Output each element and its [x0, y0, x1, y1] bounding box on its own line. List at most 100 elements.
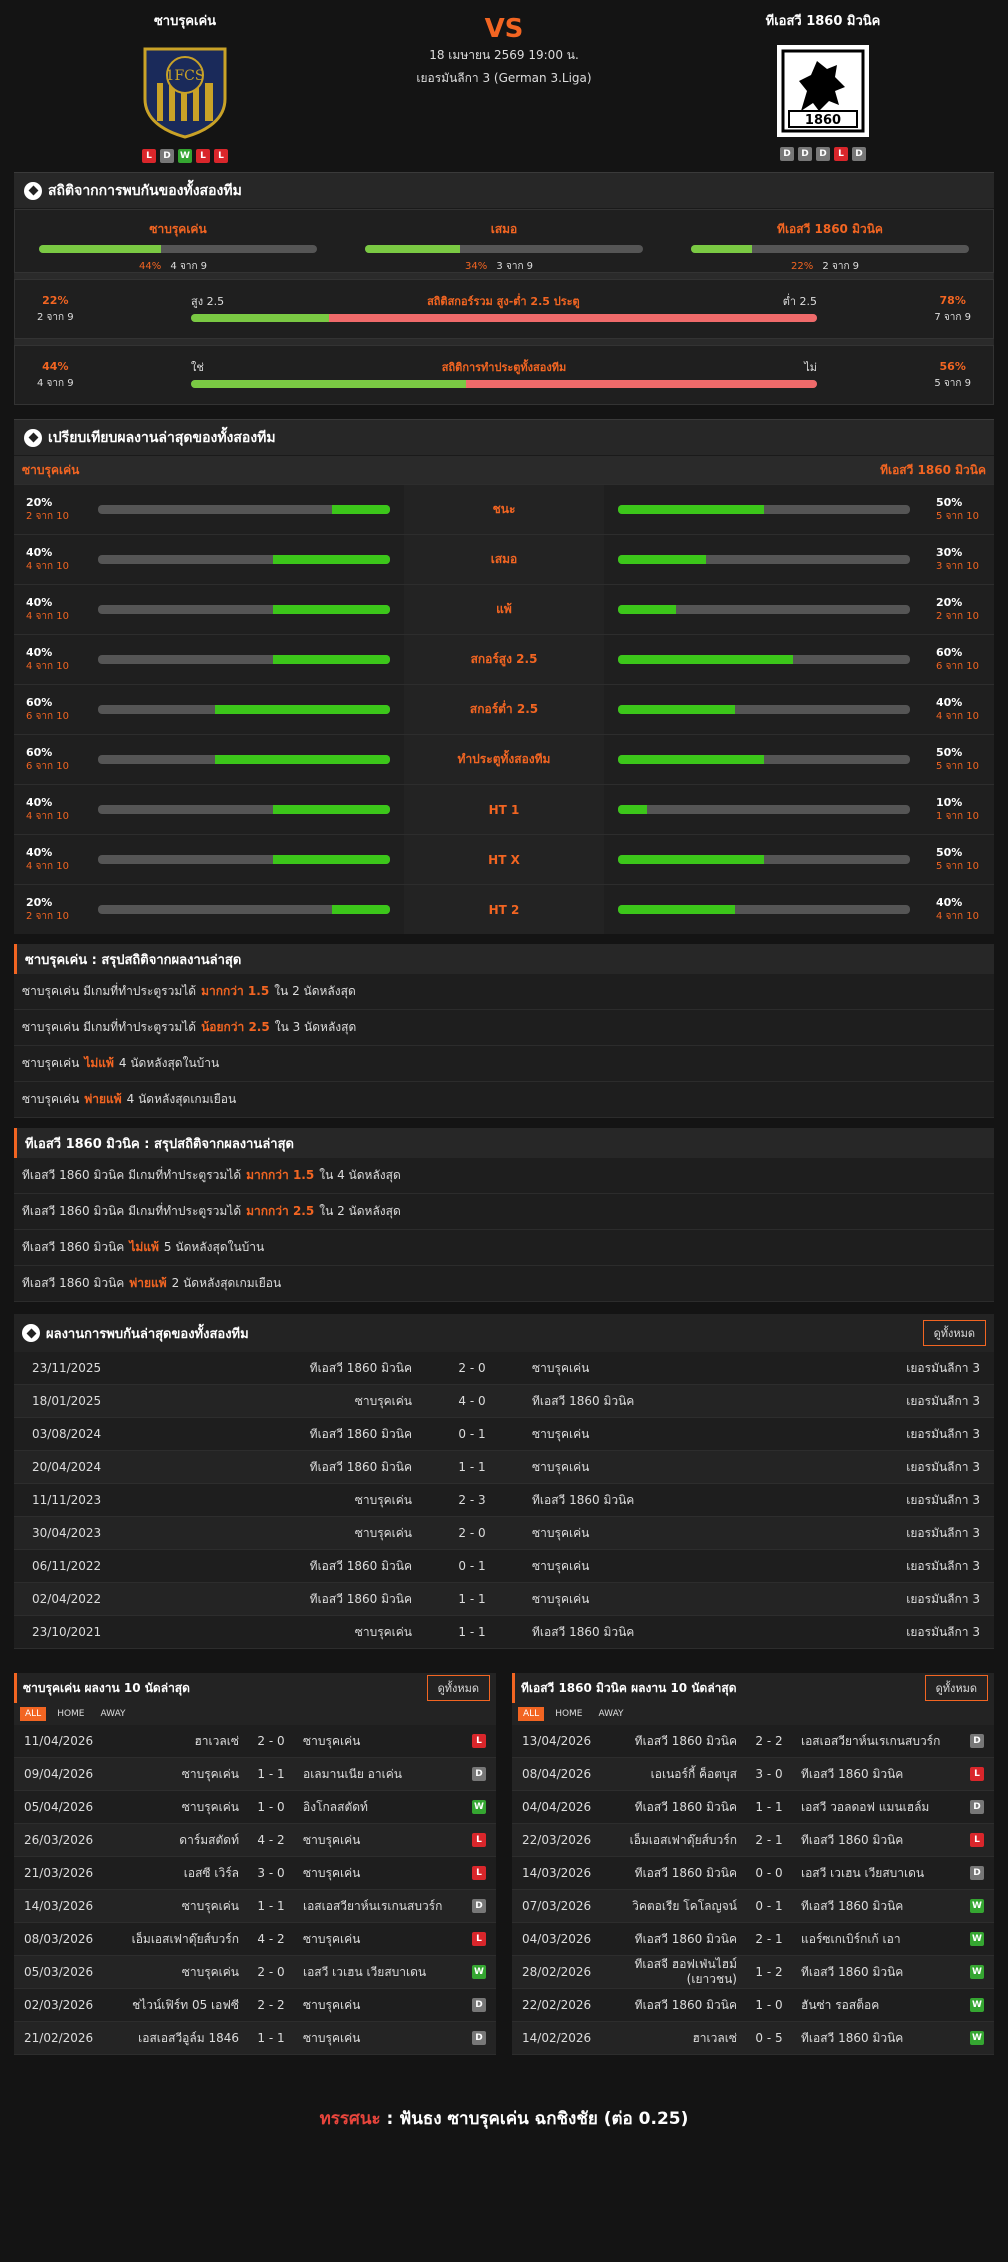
summary-highlight: ไม่แพ้: [84, 1056, 114, 1070]
h2h-match-row[interactable]: 20/04/2024 ทีเอสวี 1860 มิวนิค 1 - 1 ซาบรุค…: [14, 1451, 994, 1484]
away-bar: [618, 905, 910, 914]
score: 1 - 1: [458, 1625, 486, 1639]
home-bar: [98, 705, 390, 714]
recent-match-row[interactable]: 14/03/2026 ซาบรุคเค่น 1 - 1 เอสเอสวียาห์นเร…: [14, 1890, 496, 1923]
summary-tail: ใน 4 นัดหลังสุด: [319, 1168, 401, 1182]
score: 0 - 5: [755, 2031, 783, 2045]
match-info: VS 18 เมษายน 2569 19:00 น. เยอรมันลีกา 3…: [354, 14, 654, 88]
tab-away[interactable]: AWAY: [594, 1707, 629, 1721]
summary-highlight: ไม่แพ้: [129, 1240, 159, 1254]
h2h-match-row[interactable]: 06/11/2022 ทีเอสวี 1860 มิวนิค 0 - 1 ซาบรุค…: [14, 1550, 994, 1583]
score: 2 - 0: [257, 1734, 285, 1748]
form-badge: D: [798, 147, 812, 161]
recent-match-row[interactable]: 14/02/2026 ฮาเวลเซ่ 0 - 5 ทีเอสวี 1860 มิวน…: [512, 2022, 994, 2055]
compare-row: 60% 6 จาก 10 ทำประตูทั้งสองทีม 50% 5 จาก 10: [14, 734, 994, 784]
compare-label: HT 1: [404, 785, 604, 834]
h2h-match-row[interactable]: 11/11/2023 ซาบรุคเค่น 2 - 3 ทีเอสวี 1860 มิ…: [14, 1484, 994, 1517]
summary-row: ซาบรุคเค่น ไม่แพ้ 4 นัดหลังสุดในบ้าน: [14, 1046, 994, 1082]
tab-away[interactable]: AWAY: [96, 1707, 131, 1721]
league: เยอรมันลีกา 3: [906, 1624, 980, 1639]
form-badge: L: [214, 149, 228, 163]
summary-row: ทีเอสวี 1860 มิวนิค มีเกมที่ทำประตูรวมได…: [14, 1194, 994, 1230]
summary-tail: 4 นัดหลังสุดเกมเยือน: [126, 1092, 237, 1106]
score: 1 - 1: [755, 1800, 783, 1814]
match-date: 22/03/2026: [522, 1833, 592, 1847]
match-date: 30/04/2023: [32, 1526, 102, 1540]
result-badge: W: [970, 2031, 984, 2045]
home-last10-view-all-button[interactable]: ดูทั้งหมด: [426, 1675, 490, 1701]
recent-match-row[interactable]: 21/02/2026 เอสเอสวีอูล์ม 1846 1 - 1 ซาบรุคเ…: [14, 2022, 496, 2055]
result-badge: D: [970, 1866, 984, 1880]
tab-home[interactable]: HOME: [550, 1707, 587, 1721]
result-badge: W: [970, 1965, 984, 1979]
away-bar: [618, 605, 910, 614]
h2h-list-title: ผลงานการพบกันล่าสุดของทั้งสองทีม: [46, 1326, 249, 1342]
home-team: ทีเอสวี 1860 มิวนิค: [309, 1558, 412, 1573]
h2h-result-col: เสมอ 34% 3 จาก 9: [341, 220, 667, 272]
recent-match-row[interactable]: 22/03/2026 เอ็มเอสเฟาดุ๊ยส์บวร์ก 2 - 1 ทีเอ…: [512, 1824, 994, 1857]
h2h-match-row[interactable]: 23/11/2025 ทีเอสวี 1860 มิวนิค 2 - 0 ซาบรุค…: [14, 1352, 994, 1385]
score: 0 - 1: [458, 1427, 486, 1441]
h2h-result-col: ซาบรุคเค่น 44% 4 จาก 9: [15, 220, 341, 272]
away-team: ซาบรุคเค่น: [532, 1360, 590, 1375]
h2h-match-row[interactable]: 23/10/2021 ซาบรุคเค่น 1 - 1 ทีเอสวี 1860 มิ…: [14, 1616, 994, 1649]
h2h-stats-title: สถิติจากการพบกันของทั้งสองทีม: [14, 173, 994, 209]
recent-match-row[interactable]: 04/03/2026 ทีเอสวี 1860 มิวนิค 2 - 1 แอร์ซเ…: [512, 1923, 994, 1956]
away-team: เอสเอสวียาห์นเรเกนสบวร์ก: [303, 1898, 443, 1913]
compare-row: 60% 6 จาก 10 สกอร์ต่ำ 2.5 40% 4 จาก 10: [14, 684, 994, 734]
away-last10-title: ทีเอสวี 1860 มิวนิค ผลงาน 10 นัดล่าสุด: [521, 1680, 737, 1695]
result-badge: L: [472, 1932, 486, 1946]
recent-match-row[interactable]: 11/04/2026 ฮาเวลเซ่ 2 - 0 ซาบรุคเค่น L: [14, 1725, 496, 1758]
home-team: ทีเอสวี 1860 มิวนิค: [309, 1459, 412, 1474]
recent-match-row[interactable]: 07/03/2026 วิคตอเรีย โคโลญจน์ 0 - 1 ทีเอสวี…: [512, 1890, 994, 1923]
h2h-match-row[interactable]: 18/01/2025 ซาบรุคเค่น 4 - 0 ทีเอสวี 1860 มิ…: [14, 1385, 994, 1418]
recent-match-row[interactable]: 13/04/2026 ทีเอสวี 1860 มิวนิค 2 - 2 เอสเอส…: [512, 1725, 994, 1758]
match-date: 06/11/2022: [32, 1559, 102, 1573]
home-team: ซาบรุคเค่น: [181, 1766, 239, 1781]
match-date: 08/03/2026: [24, 1932, 94, 1946]
home-bar: [98, 805, 390, 814]
recent-match-row[interactable]: 05/03/2026 ซาบรุคเค่น 2 - 0 เอสวี เวเฮน เวี…: [14, 1956, 496, 1989]
h2h-match-row[interactable]: 03/08/2024 ทีเอสวี 1860 มิวนิค 0 - 1 ซาบรุค…: [14, 1418, 994, 1451]
tab-all[interactable]: ALL: [20, 1707, 47, 1721]
compare-row: 40% 4 จาก 10 สกอร์สูง 2.5 60% 6 จาก 10: [14, 634, 994, 684]
score: 4 - 0: [458, 1394, 486, 1408]
away-count: 4 จาก 10: [936, 910, 979, 922]
away-team: ซาบรุคเค่น: [532, 1558, 590, 1573]
h2h-result-label: ทีเอสวี 1860 มิวนิค: [777, 222, 883, 236]
summary-tail: ใน 2 นัดหลังสุด: [319, 1204, 401, 1218]
score: 2 - 0: [458, 1361, 486, 1375]
away-team: อิงโกลสตัดท์: [303, 1799, 368, 1814]
tab-home[interactable]: HOME: [52, 1707, 89, 1721]
h2h-match-row[interactable]: 02/04/2022 ทีเอสวี 1860 มิวนิค 1 - 1 ซาบรุค…: [14, 1583, 994, 1616]
score: 2 - 2: [257, 1998, 285, 2012]
result-badge: L: [472, 1734, 486, 1748]
h2h-view-all-button[interactable]: ดูทั้งหมด: [922, 1320, 986, 1346]
away-last10-view-all-button[interactable]: ดูทั้งหมด: [924, 1675, 988, 1701]
home-team: ทีเอสวี 1860 มิวนิค: [634, 1733, 737, 1748]
score: 1 - 1: [257, 1899, 285, 1913]
recent-match-row[interactable]: 28/02/2026 ทีเอสจี ฮอฟเฟ่นไฮม์ (เยาวชน) 1 …: [512, 1956, 994, 1989]
home-count: 4 จาก 10: [26, 860, 69, 872]
recent-match-row[interactable]: 09/04/2026 ซาบรุคเค่น 1 - 1 อเลมานเนีย อาเค…: [14, 1758, 496, 1791]
summary-row: ซาบรุคเค่น มีเกมที่ทำประตูรวมได้ น้อยกว่า…: [14, 1010, 994, 1046]
compare-row: 20% 2 จาก 10 HT 2 40% 4 จาก 10: [14, 884, 994, 934]
league: เยอรมันลีกา 3: [906, 1591, 980, 1606]
home-summary-title: ซาบรุคเค่น : สรุปสถิติจากผลงานล่าสุด: [14, 944, 994, 974]
recent-match-row[interactable]: 04/04/2026 ทีเอสวี 1860 มิวนิค 1 - 1 เอสวี …: [512, 1791, 994, 1824]
away-pct: 30%: [936, 545, 963, 559]
recent-match-row[interactable]: 08/04/2026 เอเนอร์กี้ ค็อตบุส 3 - 0 ทีเอสวี…: [512, 1758, 994, 1791]
away-team: ซาบรุคเค่น: [303, 1865, 361, 1880]
soccer-ball-icon: [24, 428, 42, 447]
recent-match-row[interactable]: 05/04/2026 ซาบรุคเค่น 1 - 0 อิงโกลสตัดท์ W: [14, 1791, 496, 1824]
recent-match-row[interactable]: 26/03/2026 ดาร์มสตัดท์ 4 - 2 ซาบรุคเค่น L: [14, 1824, 496, 1857]
recent-match-row[interactable]: 14/03/2026 ทีเอสวี 1860 มิวนิค 0 - 0 เอสวี …: [512, 1857, 994, 1890]
h2h-match-row[interactable]: 30/04/2023 ซาบรุคเค่น 2 - 0 ซาบรุคเค่น เยอรม…: [14, 1517, 994, 1550]
recent-match-row[interactable]: 02/03/2026 ชไวน์เฟิร์ท 05 เอฟซี 2 - 2 ซาบรุ…: [14, 1989, 496, 2022]
recent-match-row[interactable]: 21/03/2026 เอสซี เวิร์ล 3 - 0 ซาบรุคเค่น L: [14, 1857, 496, 1890]
summary-text: ทีเอสวี 1860 มิวนิค: [22, 1276, 125, 1290]
recent-match-row[interactable]: 08/03/2026 เอ็มเอสเฟาดุ๊ยส์บวร์ก 4 - 2 ซาบร…: [14, 1923, 496, 1956]
tab-all[interactable]: ALL: [518, 1707, 545, 1721]
home-team: ซาบรุคเค่น: [354, 1492, 412, 1507]
recent-match-row[interactable]: 22/02/2026 ทีเอสวี 1860 มิวนิค 1 - 0 ฮันซ่า…: [512, 1989, 994, 2022]
